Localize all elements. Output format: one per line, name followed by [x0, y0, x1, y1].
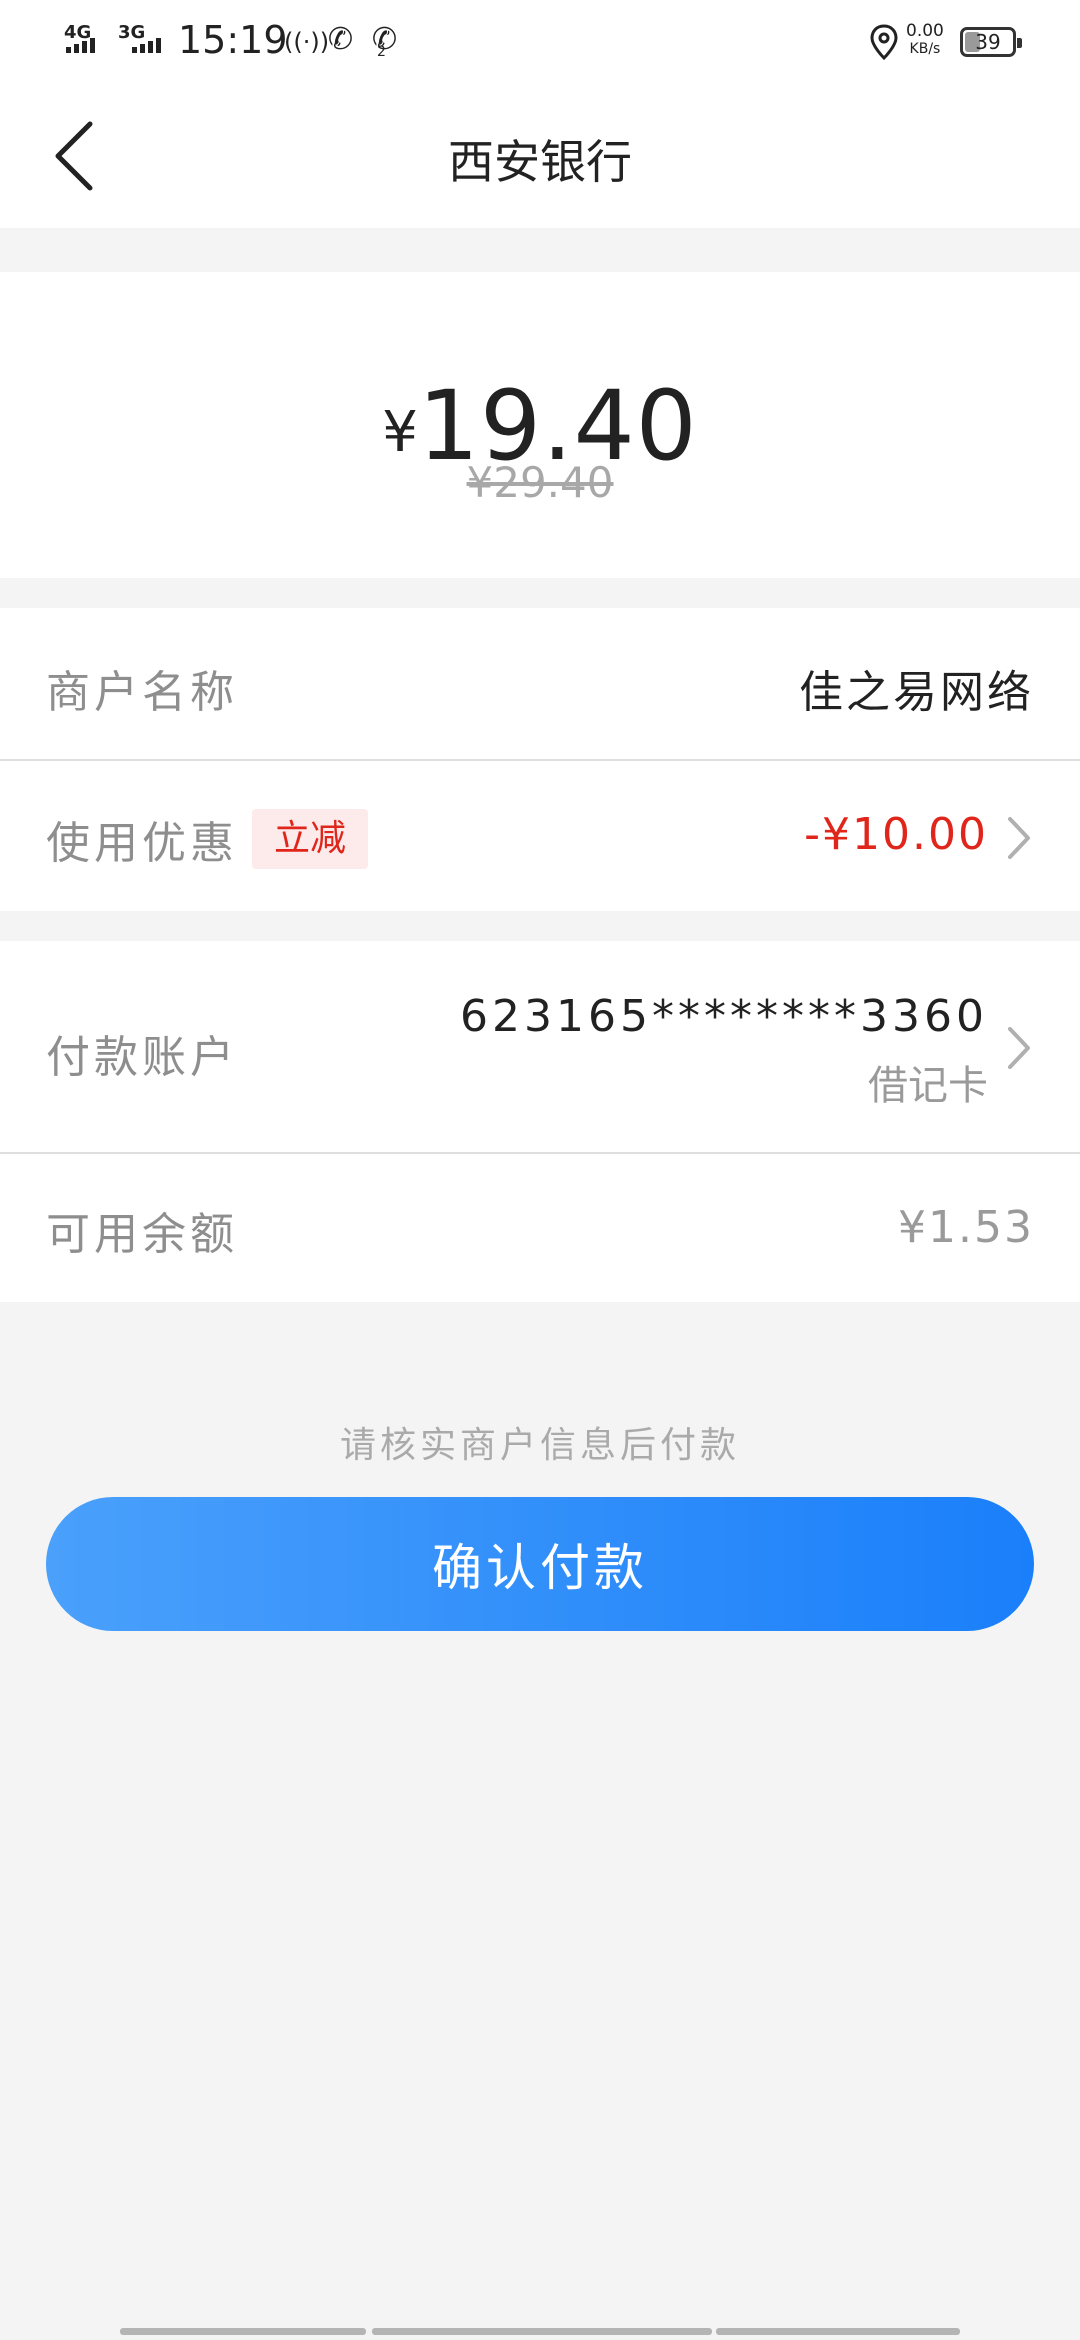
- gesture-bar: [120, 2328, 366, 2335]
- gesture-bar: [372, 2328, 712, 2335]
- merchant-value: 佳之易网络: [799, 667, 1034, 718]
- location-icon: [870, 24, 898, 60]
- amount-card: ¥19.40 ¥29.40: [0, 272, 1080, 578]
- gesture-bar: [716, 2328, 960, 2335]
- page-title: 西安银行: [448, 135, 632, 189]
- battery-level: 39: [975, 30, 1001, 54]
- merchant-row: 商户名称 佳之易网络: [0, 608, 1080, 760]
- discount-label: 使用优惠: [46, 818, 238, 869]
- balance-value: ¥1.53: [898, 1202, 1034, 1253]
- amount-currency: ¥: [382, 400, 418, 465]
- discount-row[interactable]: 使用优惠 立减 -¥10.00: [0, 761, 1080, 911]
- payment-account-row[interactable]: 付款账户 623165********3360 借记卡: [0, 941, 1080, 1153]
- nav-bar: 西安银行: [0, 84, 1080, 228]
- network-speed: 0.00 KB/s: [906, 22, 944, 58]
- hotspot-icon: ((·)): [284, 28, 330, 56]
- battery-icon: 39: [960, 27, 1022, 57]
- balance-label: 可用余额: [46, 1209, 238, 1260]
- original-amount: ¥29.40: [466, 458, 614, 507]
- chevron-right-icon: [1008, 817, 1030, 859]
- signal-strength-1-icon: [66, 38, 95, 53]
- sim2-label: 2: [377, 44, 386, 60]
- account-type: 借记卡: [868, 1063, 988, 1109]
- verify-notice: 请核实商户信息后付款: [339, 1425, 740, 1466]
- confirm-payment-button[interactable]: 确认付款: [46, 1497, 1034, 1631]
- signal-strength-2-icon: [132, 38, 161, 53]
- discount-tag: 立减: [252, 809, 369, 869]
- discount-value: -¥10.00: [804, 809, 988, 860]
- status-time: 15:19: [178, 18, 288, 62]
- account-label: 付款账户: [46, 1032, 238, 1083]
- network-speed-value: 0.00: [906, 21, 944, 41]
- call-icon: ✆: [328, 22, 354, 57]
- chevron-right-icon: [1008, 1027, 1030, 1069]
- account-number: 623165********3360: [460, 991, 988, 1042]
- status-bar: 4G 3G 15:19 ((·)) ✆ ✆ 2 0.00 KB/s 39: [0, 0, 1080, 84]
- network-speed-unit: KB/s: [909, 41, 941, 57]
- merchant-label: 商户名称: [46, 667, 238, 718]
- payment-page: 4G 3G 15:19 ((·)) ✆ ✆ 2 0.00 KB/s 39 西安银…: [0, 0, 1080, 2340]
- balance-row: 可用余额 ¥1.53: [0, 1154, 1080, 1302]
